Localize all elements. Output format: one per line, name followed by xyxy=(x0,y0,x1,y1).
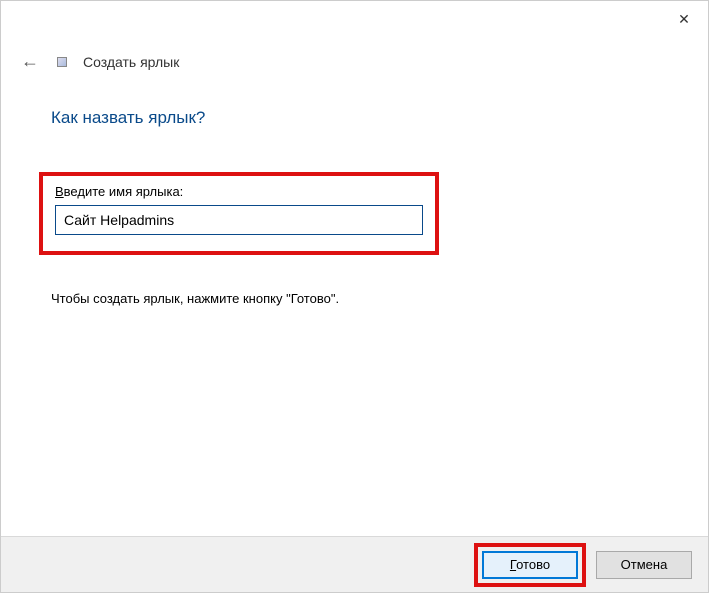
content-area: Как назвать ярлык? Введите имя ярлыка: Ч… xyxy=(1,72,708,306)
finish-button-highlight: Готово xyxy=(474,543,586,587)
label-accelerator: В xyxy=(55,184,64,199)
footer-bar: Готово Отмена xyxy=(1,536,708,592)
instruction-text: Чтобы создать ярлык, нажмите кнопку "Гот… xyxy=(51,291,658,306)
back-button[interactable]: ← xyxy=(21,51,39,72)
finish-label: отово xyxy=(516,557,550,572)
name-input-label: Введите имя ярлыка: xyxy=(55,184,423,199)
page-title: Как назвать ярлык? xyxy=(51,108,658,128)
shortcut-icon xyxy=(57,57,67,67)
shortcut-name-input[interactable] xyxy=(55,205,423,235)
wizard-header: ← Создать ярлык xyxy=(1,37,708,72)
title-bar: ✕ xyxy=(1,1,708,37)
cancel-button[interactable]: Отмена xyxy=(596,551,692,579)
name-field-highlight: Введите имя ярлыка: xyxy=(39,172,439,255)
close-icon: ✕ xyxy=(678,11,690,28)
finish-button[interactable]: Готово xyxy=(482,551,578,579)
label-text: ведите имя ярлыка: xyxy=(64,184,184,199)
wizard-title: Создать ярлык xyxy=(83,54,179,70)
close-button[interactable]: ✕ xyxy=(674,9,694,29)
